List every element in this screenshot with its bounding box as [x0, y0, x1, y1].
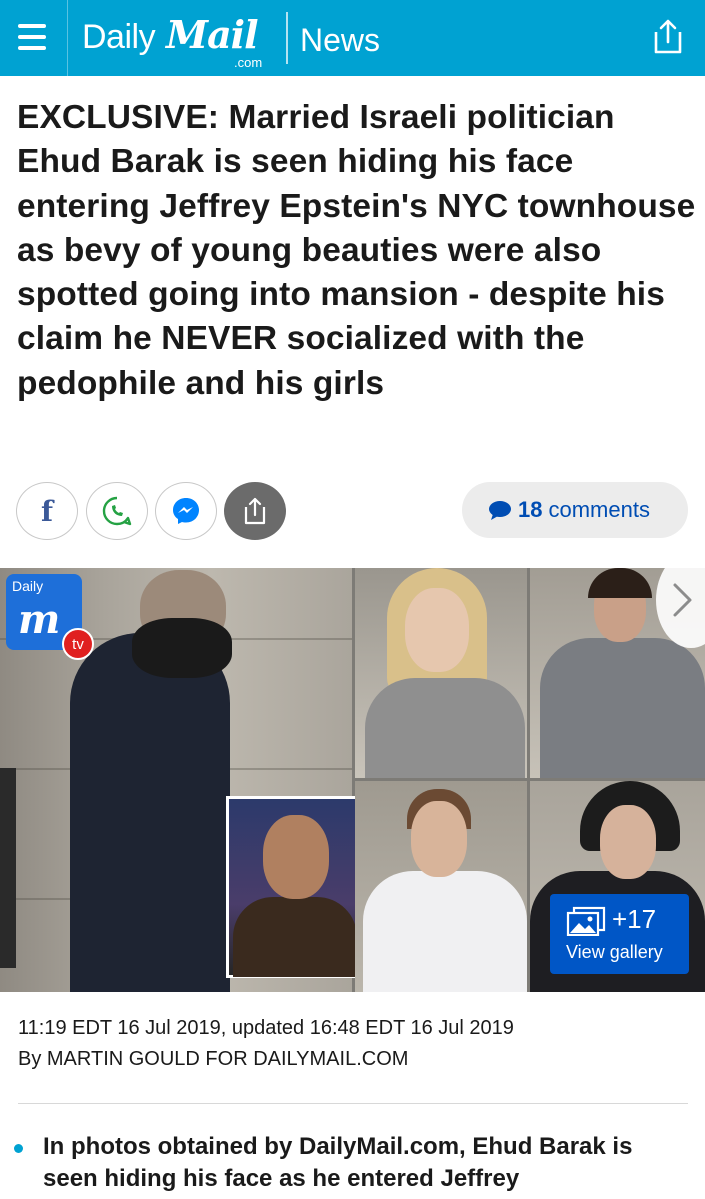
badge-m-text: m	[18, 596, 61, 643]
gallery-photo[interactable]	[355, 568, 527, 778]
comments-count: 18	[518, 497, 543, 522]
divider	[18, 1103, 688, 1104]
logo-daily-text: Daily	[82, 18, 156, 56]
facebook-share-button[interactable]: f	[16, 482, 78, 540]
more-share-button[interactable]	[224, 482, 286, 540]
summary-bullet: In photos obtained by DailyMail.com, Ehu…	[43, 1133, 633, 1192]
whatsapp-share-button[interactable]	[86, 482, 148, 540]
article-headline: EXCLUSIVE: Married Israeli politician Eh…	[17, 99, 696, 402]
divider	[286, 12, 288, 64]
divider	[67, 0, 68, 76]
chevron-right-icon	[673, 583, 692, 617]
bullet-dot-icon	[14, 1144, 23, 1153]
messenger-share-button[interactable]	[155, 482, 217, 540]
gallery-count: +17	[612, 904, 657, 934]
messenger-icon	[173, 498, 199, 524]
article-dateline: 11:19 EDT 16 Jul 2019, updated 16:48 EDT…	[18, 1017, 514, 1039]
comments-button[interactable]: 18 comments	[462, 482, 688, 538]
section-title[interactable]: News	[300, 22, 380, 59]
whatsapp-icon	[102, 496, 132, 526]
comments-label: comments	[548, 497, 650, 522]
main-photo-ehud-barak[interactable]: Daily m tv	[0, 568, 362, 992]
inset-portrait-photo	[226, 796, 362, 978]
logo-mail-text: Mail	[166, 12, 259, 57]
hamburger-menu-icon[interactable]	[14, 18, 52, 56]
logo-com-text: .com	[234, 55, 263, 70]
badge-tv-text: tv	[62, 628, 94, 660]
view-gallery-label: View gallery	[566, 942, 663, 962]
share-icon[interactable]	[650, 18, 686, 56]
badge-daily-text: Daily	[12, 578, 44, 594]
view-gallery-button[interactable]: +17 View gallery	[550, 894, 689, 974]
dailymail-tv-badge: Daily m tv	[6, 574, 94, 660]
facebook-icon: f	[40, 494, 54, 528]
article-byline[interactable]: By MARTIN GOULD FOR DAILYMAIL.COM	[18, 1048, 408, 1071]
share-icon	[244, 497, 266, 525]
gallery-images-icon	[566, 906, 606, 936]
gallery-photo[interactable]	[355, 781, 527, 992]
comment-bubble-icon	[489, 501, 511, 520]
top-navigation-bar: Daily Mail .com News	[0, 0, 705, 76]
